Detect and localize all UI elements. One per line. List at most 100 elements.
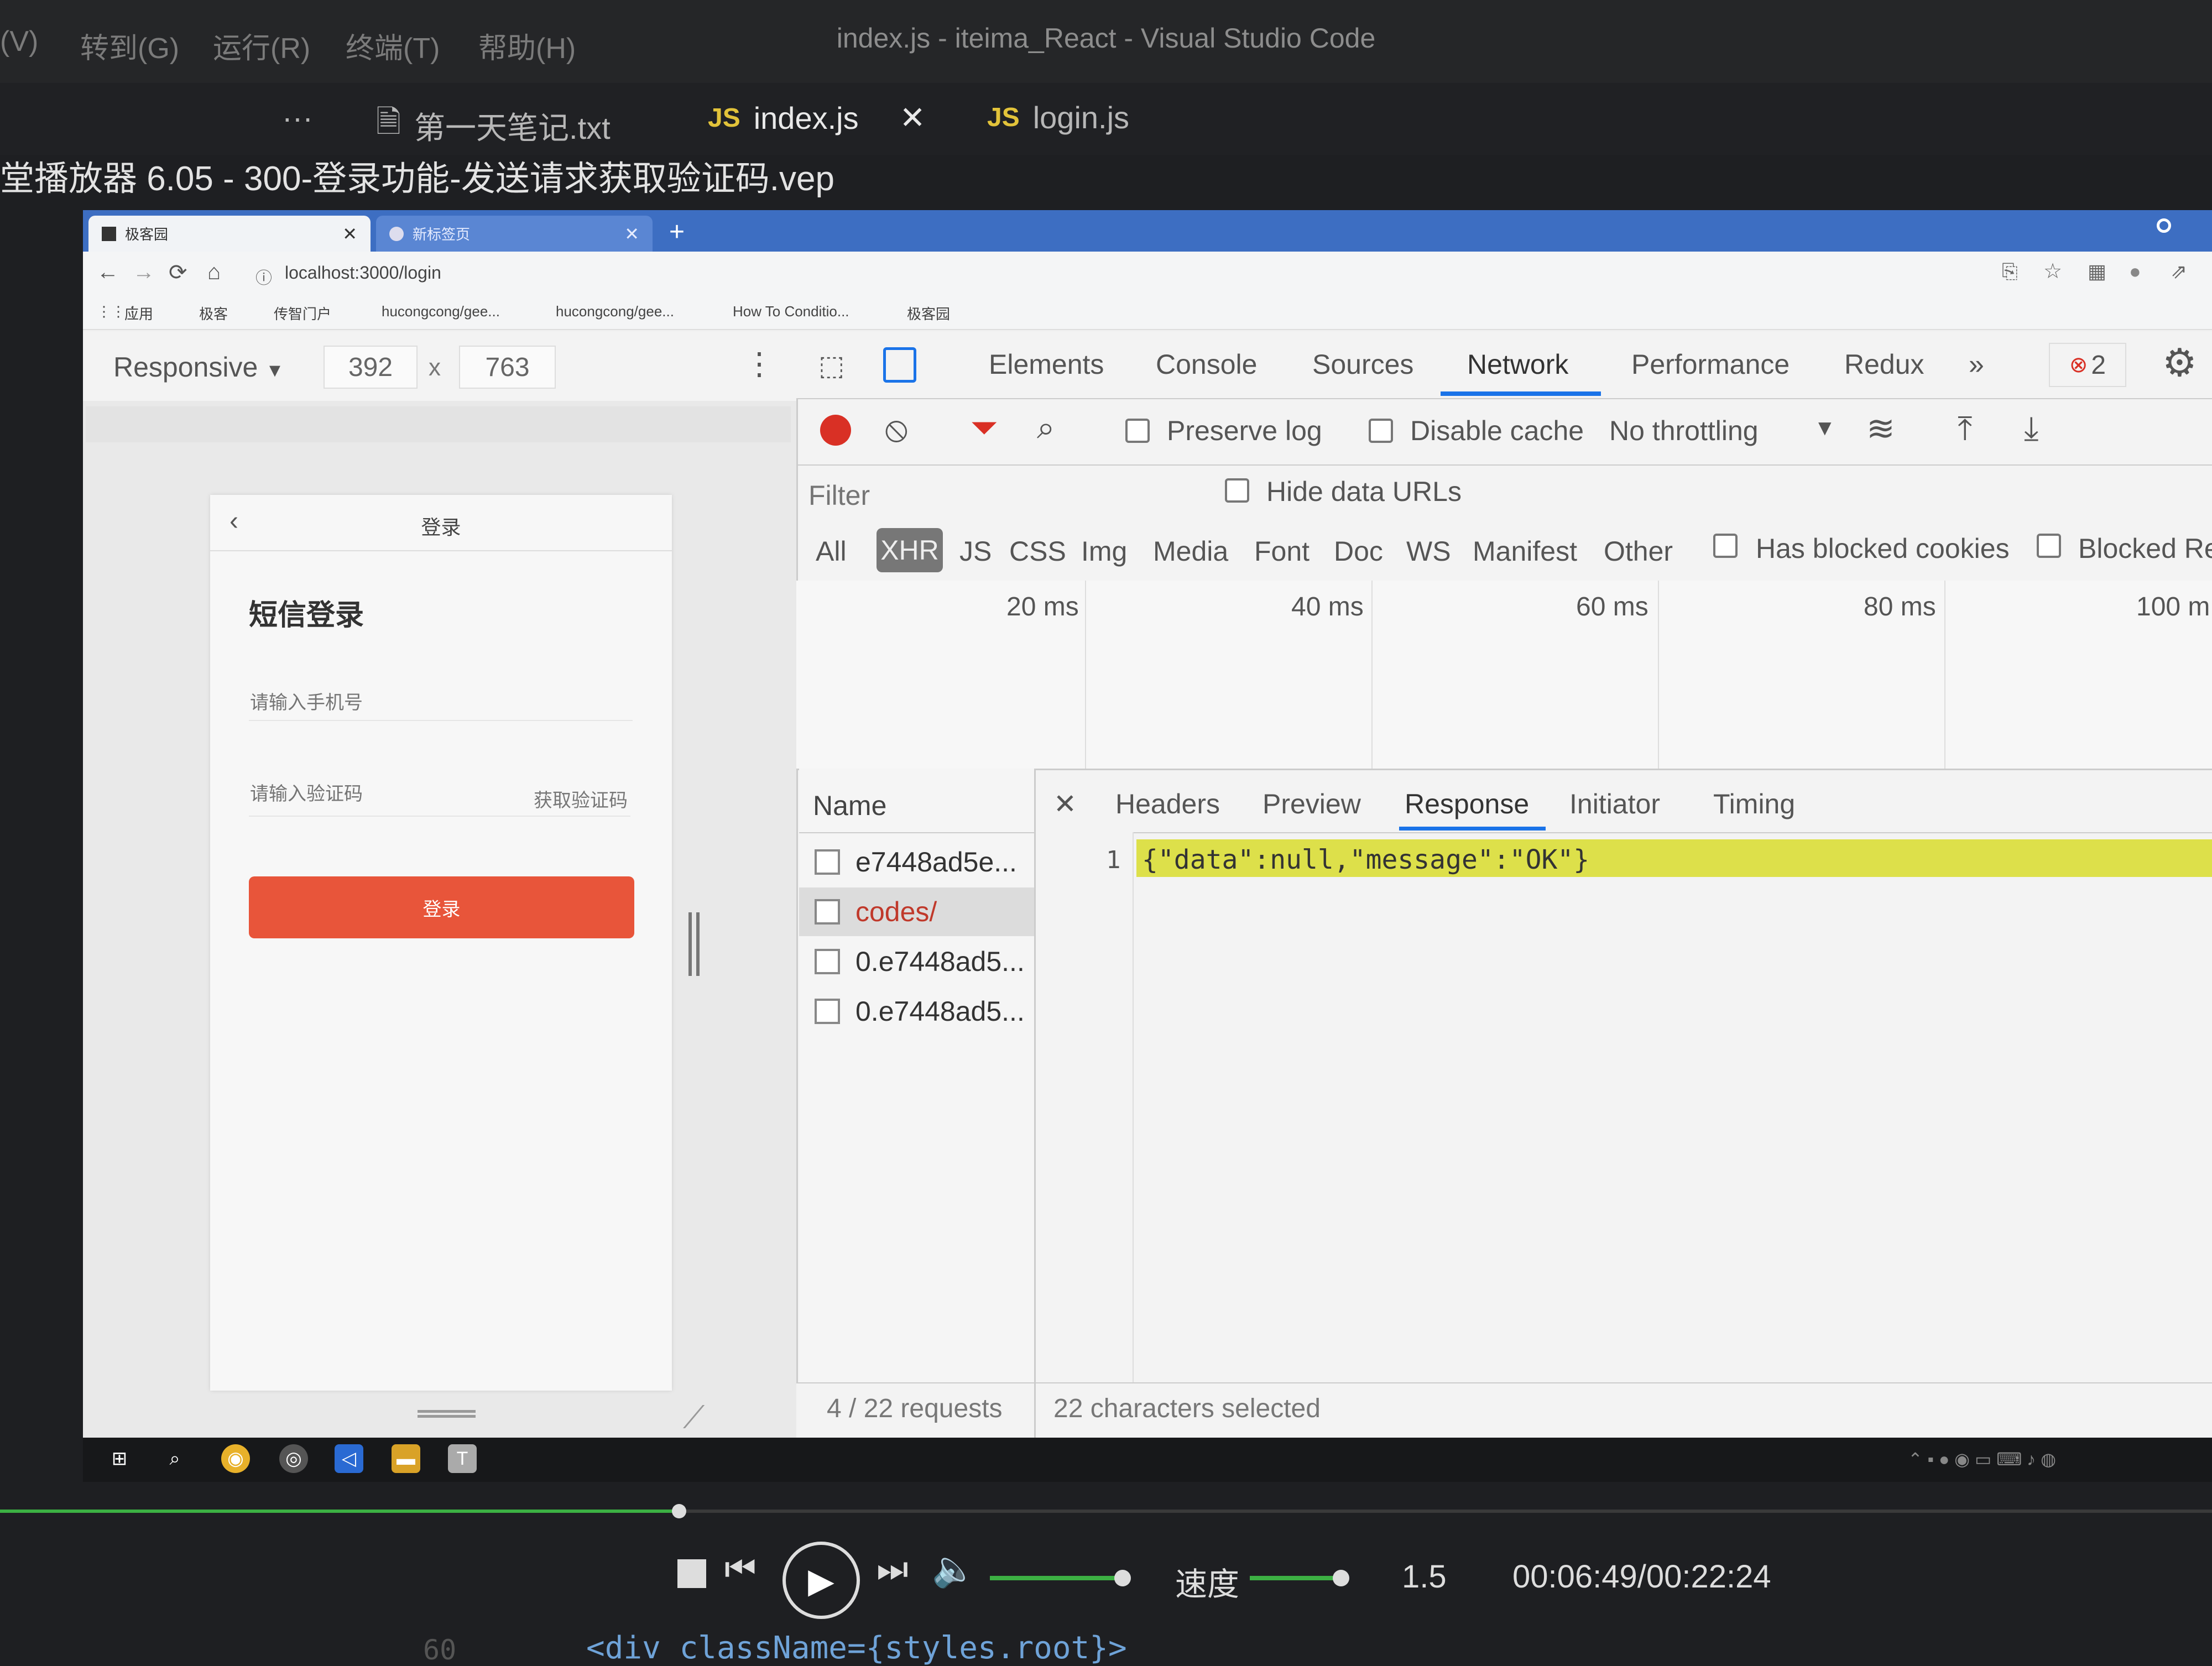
close-detail-icon[interactable]: ✕ <box>1053 788 1077 820</box>
filter-input[interactable] <box>807 476 1197 515</box>
verification-code-input[interactable] <box>249 777 539 811</box>
tab-initiator[interactable]: Initiator <box>1569 788 1660 820</box>
stop-icon[interactable] <box>677 1559 706 1588</box>
request-row-selected[interactable]: codes/ <box>799 887 1034 936</box>
browser-tab-active[interactable]: 极客园 ✕ <box>88 216 371 252</box>
request-row[interactable]: 0.e7448ad5... <box>799 987 1034 1036</box>
new-tab-button[interactable]: + <box>669 217 685 247</box>
login-button[interactable]: 登录 <box>249 876 634 938</box>
type-css[interactable]: CSS <box>1009 535 1066 567</box>
tab-timing[interactable]: Timing <box>1713 788 1795 820</box>
type-js[interactable]: JS <box>959 535 992 567</box>
response-body[interactable]: {"data":null,"message":"OK"} <box>1142 844 1589 875</box>
windows-start-icon[interactable]: ⊞ <box>105 1444 134 1473</box>
bookmark-geekpark[interactable]: 极客园 <box>907 303 950 323</box>
close-icon[interactable]: ✕ <box>900 100 926 136</box>
play-button[interactable]: ▶ <box>782 1542 860 1619</box>
editor-tab-index[interactable]: JS index.js ✕ <box>708 100 926 136</box>
throttling-select[interactable]: No throttling <box>1609 415 1759 447</box>
preserve-log-checkbox[interactable] <box>1125 419 1150 443</box>
reload-icon[interactable]: ⟳ <box>169 260 187 285</box>
browser-tab[interactable]: 新标签页 ✕ <box>376 216 653 252</box>
width-input[interactable]: 392 <box>324 346 418 389</box>
type-all[interactable]: All <box>816 535 847 567</box>
close-icon[interactable]: ✕ <box>342 223 357 244</box>
export-har-icon[interactable]: ⤓ <box>2024 409 2039 448</box>
volume-slider[interactable] <box>990 1576 1123 1580</box>
phone-number-input[interactable] <box>249 686 633 721</box>
tab-network[interactable]: Network <box>1467 348 1568 380</box>
tab-performance[interactable]: Performance <box>1631 348 1790 380</box>
profile-icon[interactable]: ● <box>2129 260 2141 283</box>
vscode-icon[interactable]: ◁ <box>335 1444 363 1473</box>
more-options-icon[interactable]: ⋮ <box>744 346 775 382</box>
tab-headers[interactable]: Headers <box>1115 788 1220 820</box>
type-font[interactable]: Font <box>1254 535 1310 567</box>
bottom-resize-handle[interactable] <box>418 1410 476 1418</box>
bookmark-apps[interactable]: 应用 <box>124 303 153 323</box>
url-field[interactable]: localhost:3000/login <box>285 263 441 283</box>
disable-cache-checkbox[interactable] <box>1369 419 1393 443</box>
bookmark-portal[interactable]: 传智门户 <box>274 303 331 323</box>
get-code-button[interactable]: 获取验证码 <box>534 785 628 812</box>
bookmark-geek[interactable]: 极客 <box>199 303 228 323</box>
record-icon[interactable] <box>820 415 851 446</box>
request-checkbox[interactable] <box>815 899 840 925</box>
editor-tab-login[interactable]: JS login.js <box>987 100 1129 135</box>
tab-elements[interactable]: Elements <box>989 348 1104 380</box>
device-toggle-icon[interactable] <box>883 347 916 383</box>
search-icon[interactable]: ⌕ <box>160 1444 189 1473</box>
responsive-dropdown[interactable]: Responsive ▼ <box>113 351 284 383</box>
tab-console[interactable]: Console <box>1156 348 1257 380</box>
back-arrow-icon[interactable]: ← <box>97 260 119 285</box>
type-img[interactable]: Img <box>1081 535 1127 567</box>
next-icon[interactable]: ⏭ <box>877 1548 909 1590</box>
height-input[interactable]: 763 <box>459 346 556 389</box>
settings-gear-icon[interactable]: ⚙ <box>2162 340 2197 385</box>
app-icon[interactable]: ◎ <box>279 1444 308 1473</box>
forward-arrow-icon[interactable]: → <box>133 260 155 285</box>
resize-handle[interactable] <box>688 912 700 976</box>
request-checkbox[interactable] <box>815 999 840 1024</box>
request-row[interactable]: e7448ad5e... <box>799 838 1034 886</box>
type-other[interactable]: Other <box>1604 535 1673 567</box>
has-blocked-cookies-checkbox[interactable] <box>1713 534 1738 558</box>
video-progress-knob[interactable] <box>672 1504 686 1518</box>
more-tabs-icon[interactable]: » <box>1969 348 1984 380</box>
request-checkbox[interactable] <box>815 849 840 875</box>
typora-icon[interactable]: T <box>448 1444 477 1473</box>
bookmark-howto[interactable]: How To Conditio... <box>733 303 849 320</box>
previous-icon[interactable]: ⏮ <box>724 1548 757 1590</box>
file-explorer-icon[interactable]: ▬ <box>392 1444 420 1473</box>
extensions-icon[interactable]: ▦ <box>2088 260 2106 283</box>
tab-preview[interactable]: Preview <box>1262 788 1361 820</box>
overflow-tabs-button[interactable]: ··· <box>282 100 313 135</box>
import-har-icon[interactable]: ⤒ <box>1958 409 1973 448</box>
close-icon[interactable]: ✕ <box>624 223 639 244</box>
blocked-requests-checkbox[interactable] <box>2037 534 2061 558</box>
tab-sources[interactable]: Sources <box>1312 348 1413 380</box>
type-ws[interactable]: WS <box>1406 535 1451 567</box>
volume-icon[interactable]: 🔈 <box>932 1548 976 1590</box>
translate-icon[interactable]: ⎘ <box>2002 260 2018 284</box>
chrome-icon[interactable]: ◉ <box>221 1444 250 1473</box>
share-icon[interactable]: ⇗ <box>2171 260 2187 283</box>
type-doc[interactable]: Doc <box>1334 535 1383 567</box>
search-icon[interactable]: ⌕ <box>1037 410 1055 446</box>
filter-icon[interactable]: ⏷ <box>971 410 998 446</box>
corner-resize-icon[interactable]: ⟋ <box>683 1399 705 1436</box>
caret-down-icon[interactable]: ▼ <box>1814 416 1836 441</box>
speed-slider[interactable] <box>1250 1576 1344 1580</box>
star-icon[interactable]: ☆ <box>2043 259 2062 284</box>
window-control-icon[interactable] <box>2157 218 2171 233</box>
type-xhr[interactable]: XHR <box>877 528 943 572</box>
request-row[interactable]: 0.e7448ad5... <box>799 937 1034 986</box>
type-media[interactable]: Media <box>1153 535 1228 567</box>
type-manifest[interactable]: Manifest <box>1473 535 1577 567</box>
home-icon[interactable]: ⌂ <box>207 260 221 285</box>
volume-knob[interactable] <box>1114 1570 1131 1586</box>
editor-tab-notes[interactable]: 🗎 第一天笔记.txt <box>376 100 611 152</box>
clear-icon[interactable]: ⦸ <box>885 411 908 446</box>
bookmark-github-1[interactable]: hucongcong/gee... <box>382 303 500 320</box>
error-badge[interactable]: ⊗ 2 <box>2049 343 2126 387</box>
